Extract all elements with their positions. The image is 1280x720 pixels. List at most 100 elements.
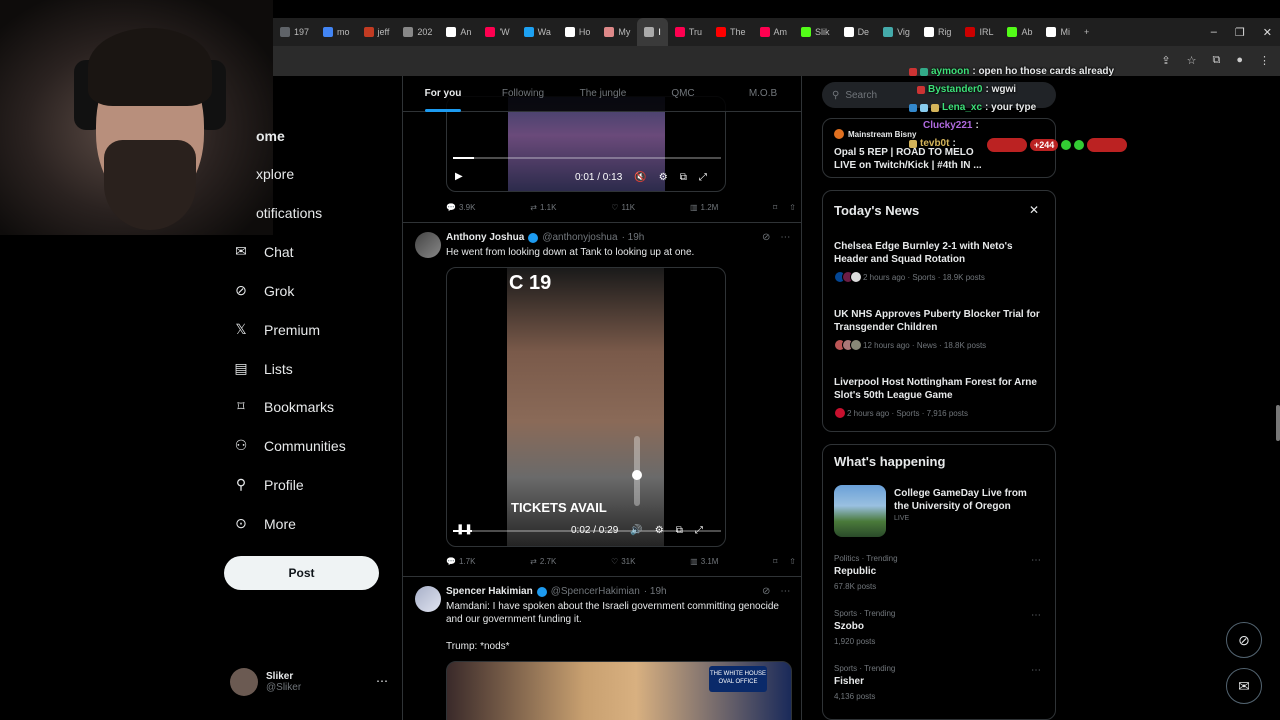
browser-tab[interactable]: Tru	[668, 18, 709, 46]
tweet-author-handle[interactable]: @anthonyjoshua	[542, 232, 617, 243]
event-title[interactable]: College GameDay Live from the University…	[894, 487, 1044, 513]
fullscreen-icon[interactable]: ⤢	[695, 525, 703, 536]
retweet-button[interactable]: ⇄ 2.7K	[530, 557, 556, 566]
close-icon[interactable]: ✕	[1029, 203, 1039, 217]
like-button[interactable]: ♡ 11K	[611, 203, 635, 212]
tab-mob[interactable]: M.O.B	[723, 76, 801, 112]
volume-handle[interactable]	[632, 470, 642, 480]
sidebar-item-grok[interactable]: ⊘ Grok	[232, 282, 294, 299]
browser-tab[interactable]: 202	[396, 18, 439, 46]
browser-tab[interactable]: The	[709, 18, 753, 46]
browser-tab[interactable]: jeff	[357, 18, 397, 46]
browser-tab[interactable]: Ab	[1000, 18, 1039, 46]
tweet-author-handle[interactable]: @SpencerHakimian	[551, 586, 640, 597]
sidebar-item-lists[interactable]: ▤ Lists	[232, 360, 292, 377]
browser-tab[interactable]: I	[637, 18, 668, 46]
maximize-icon[interactable]: ❐	[1235, 26, 1245, 39]
pause-icon[interactable]: ❚❚	[456, 524, 473, 535]
page-scrollbar[interactable]	[1276, 405, 1280, 441]
menu-icon[interactable]: ⋮	[1259, 54, 1270, 67]
tab-for-you[interactable]: For you	[403, 76, 483, 112]
avatar[interactable]	[415, 232, 441, 258]
volume-slider[interactable]	[632, 436, 642, 506]
trend-more-icon[interactable]: ⋯	[1031, 665, 1041, 676]
sidebar-item-premium[interactable]: 𝕏 Premium	[232, 321, 320, 338]
trend-name[interactable]: Republic	[834, 566, 876, 577]
browser-tab[interactable]: Rig	[917, 18, 959, 46]
video-progress-track[interactable]	[453, 157, 721, 159]
sidebar-item-explore[interactable]: xplore	[224, 166, 294, 182]
browser-tab[interactable]: mo	[316, 18, 357, 46]
retweet-button[interactable]: ⇄ 1.1K	[530, 203, 556, 212]
browser-tab[interactable]: Ho	[558, 18, 598, 46]
browser-tab[interactable]: IRL	[958, 18, 1000, 46]
play-icon[interactable]: ▶	[455, 171, 463, 182]
views-button[interactable]: ▥ 3.1M	[690, 557, 718, 566]
cast-icon[interactable]: ⇪	[1161, 54, 1170, 67]
close-window-icon[interactable]: ✕	[1263, 26, 1272, 39]
share-icon[interactable]: ⇧	[789, 557, 796, 566]
grok-icon[interactable]: ⊘	[762, 232, 770, 243]
event-thumbnail[interactable]	[834, 485, 886, 537]
browser-tab[interactable]: 197	[273, 18, 316, 46]
news-item[interactable]: Liverpool Host Nottingham Forest for Arn…	[834, 376, 1044, 402]
tweet-time[interactable]: · 19h	[644, 586, 667, 597]
views-button[interactable]: ▥ 1.2M	[690, 203, 718, 212]
pip-icon[interactable]: ⧉	[676, 525, 683, 536]
mute-icon[interactable]: 🔇	[634, 172, 646, 183]
tweet-more-icon[interactable]: ⋯	[780, 586, 790, 597]
sidebar-item-more[interactable]: ⊙ More	[232, 515, 296, 532]
bookmark-icon[interactable]: ⌑	[773, 557, 777, 566]
fullscreen-icon[interactable]: ⤢	[699, 172, 707, 183]
like-button[interactable]: ♡ 31K	[611, 557, 635, 566]
share-icon[interactable]: ⇧	[789, 203, 796, 212]
minimize-icon[interactable]: –	[1211, 26, 1217, 38]
trend-name[interactable]: Fisher	[834, 676, 864, 687]
sidebar-item-chat[interactable]: ✉ Chat	[232, 243, 293, 260]
settings-icon[interactable]: ⚙	[659, 172, 668, 183]
browser-tab[interactable]: My	[597, 18, 637, 46]
sidebar-item-home[interactable]: ome	[224, 128, 285, 144]
account-more-icon[interactable]: ⋯	[376, 674, 388, 688]
browser-tab[interactable]: Mi	[1039, 18, 1077, 46]
star-icon[interactable]: ☆	[1187, 54, 1197, 67]
tweet-more-icon[interactable]: ⋯	[780, 232, 790, 243]
tweet-time[interactable]: · 19h	[622, 232, 645, 243]
reply-button[interactable]: 💬 3.9K	[446, 203, 475, 212]
browser-tab[interactable]: Slik	[794, 18, 837, 46]
news-item[interactable]: Chelsea Edge Burnley 2-1 with Neto's Hea…	[834, 240, 1044, 266]
browser-tab[interactable]: Wa	[517, 18, 558, 46]
trend-more-icon[interactable]: ⋯	[1031, 610, 1041, 621]
settings-icon[interactable]: ⚙	[655, 525, 664, 536]
trend-more-icon[interactable]: ⋯	[1031, 555, 1041, 566]
sidebar-item-communities[interactable]: ⚇ Communities	[232, 437, 346, 454]
tweet-video-player[interactable]: C 19 TICKETS AVAIL ❚❚ 0:02 / 0:29 🔊 ⚙ ⧉ …	[446, 267, 726, 547]
grok-icon[interactable]: ⊘	[762, 586, 770, 597]
tweet-image[interactable]: THE WHITE HOUSE OVAL OFFICE	[446, 661, 792, 720]
browser-tab[interactable]: Vig	[876, 18, 917, 46]
browser-tab[interactable]: 'W	[478, 18, 516, 46]
browser-tab[interactable]: De	[837, 18, 877, 46]
tab-qmc[interactable]: QMC	[643, 76, 723, 112]
messages-floating-button[interactable]: ✉	[1226, 668, 1262, 704]
profile-icon[interactable]: ●	[1236, 54, 1243, 67]
account-switcher[interactable]: Sliker @Sliker	[230, 668, 301, 696]
sidebar-item-bookmarks[interactable]: ⌑ Bookmarks	[232, 398, 334, 415]
sidebar-item-notifications[interactable]: otifications	[224, 205, 322, 221]
trend-name[interactable]: Szobo	[834, 621, 864, 632]
news-item[interactable]: UK NHS Approves Puberty Blocker Trial fo…	[834, 308, 1044, 334]
browser-tab[interactable]: An	[439, 18, 478, 46]
tweet-author-name[interactable]: Anthony Joshua	[446, 232, 524, 243]
new-tab-button[interactable]: +	[1077, 18, 1096, 46]
avatar[interactable]	[415, 586, 441, 612]
reply-button[interactable]: 💬 1.7K	[446, 557, 475, 566]
sidebar-item-profile[interactable]: ⚲ Profile	[232, 476, 304, 493]
extension-icon[interactable]: ⧉	[1212, 54, 1220, 67]
post-button[interactable]: Post	[224, 556, 379, 590]
tab-following[interactable]: Following	[483, 76, 563, 112]
pip-icon[interactable]: ⧉	[680, 172, 687, 183]
volume-icon[interactable]: 🔊	[630, 525, 642, 536]
browser-tab[interactable]: Am	[753, 18, 795, 46]
grok-floating-button[interactable]: ⊘	[1226, 622, 1262, 658]
tab-the-jungle[interactable]: The jungle	[563, 76, 643, 112]
